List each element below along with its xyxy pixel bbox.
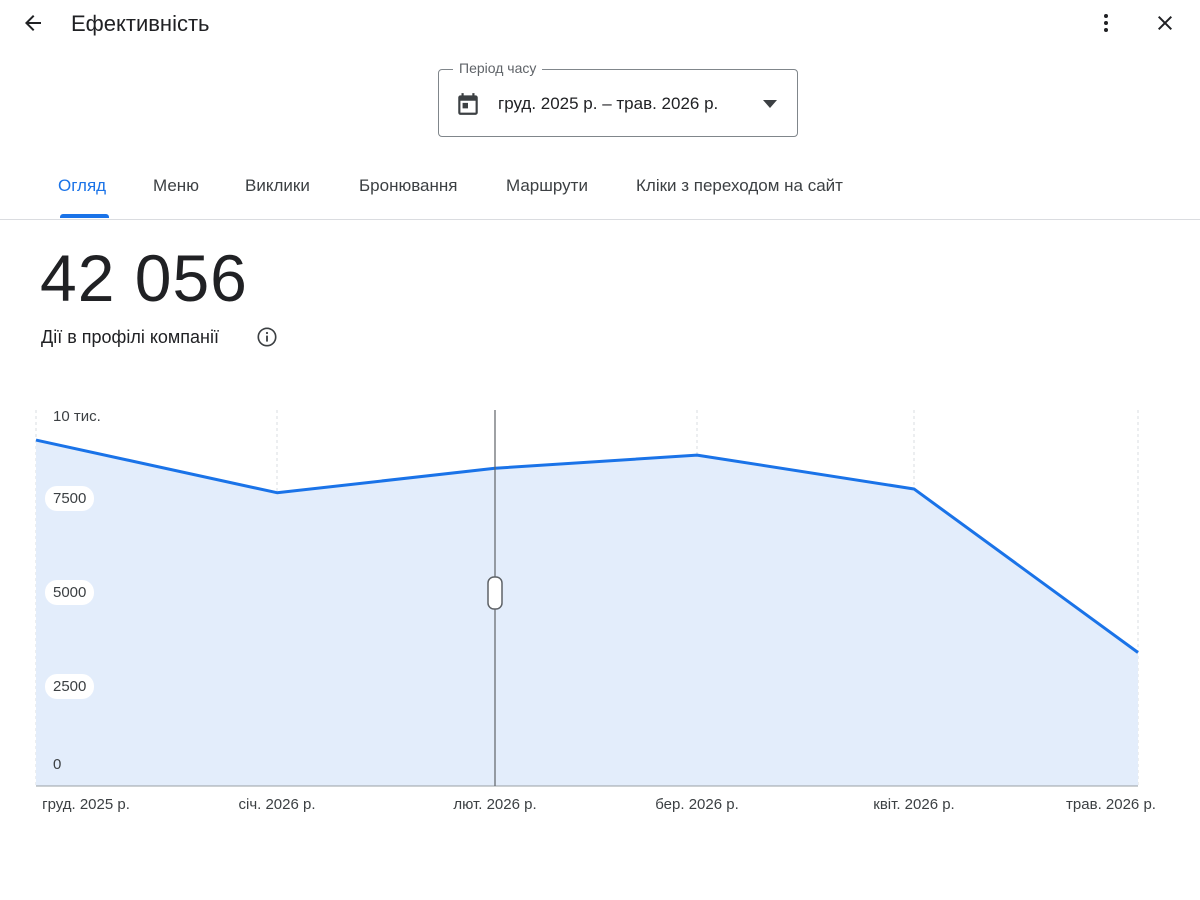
tab-bookings[interactable]: Бронювання (359, 176, 457, 196)
y-tick-label: 5000 (45, 580, 95, 605)
back-button[interactable] (13, 3, 53, 43)
close-button[interactable] (1145, 3, 1185, 43)
x-tick-label: січ. 2026 р. (238, 796, 316, 813)
x-tick-label: трав. 2026 р. (1066, 796, 1156, 813)
x-tick-label: лют. 2026 р. (453, 796, 537, 813)
y-tick-label: 7500 (45, 486, 95, 511)
active-tab-indicator (60, 214, 109, 218)
y-tick-label: 0 (53, 756, 62, 773)
arrow-back-icon (25, 15, 41, 31)
close-icon (1158, 16, 1172, 30)
y-tick-label: 10 тис. (53, 408, 101, 425)
interactions-chart: 10 тис. 7500 5000 2500 0 груд. 2025 р. січ. 20… (0, 390, 1200, 830)
tab-menu[interactable]: Меню (153, 176, 199, 196)
tab-directions[interactable]: Маршрути (506, 176, 588, 196)
time-period-label: Період часу (453, 60, 543, 76)
time-period-value: груд. 2025 р. – трав. 2026 р. (498, 94, 719, 113)
total-interactions-value: 42 056 (40, 241, 248, 315)
tab-overview[interactable]: Огляд (58, 176, 106, 196)
tab-bar: Огляд Меню Виклики Бронювання Маршрути К… (0, 160, 1200, 220)
x-tick-label: квіт. 2026 р. (873, 796, 955, 813)
x-tick-label: груд. 2025 р. (42, 796, 130, 813)
metric-label: Дії в профілі компанії (41, 327, 219, 347)
chart-cursor-handle[interactable] (487, 576, 503, 610)
top-bar: Ефективність (0, 0, 1200, 48)
series-area (36, 440, 1138, 786)
tab-website-clicks[interactable]: Кліки з переходом на сайт (636, 176, 843, 196)
dropdown-arrow-icon (763, 100, 777, 108)
y-tick-label: 2500 (45, 674, 95, 699)
x-tick-label: бер. 2026 р. (655, 796, 739, 813)
calendar-icon (458, 93, 478, 115)
time-period-select[interactable]: Період часу груд. 2025 р. – трав. 2026 р… (438, 60, 798, 137)
info-icon[interactable] (256, 326, 278, 348)
tab-calls[interactable]: Виклики (245, 176, 310, 196)
more-options-button[interactable] (1086, 3, 1126, 43)
page-title: Ефективність (71, 11, 210, 36)
chart-canvas (35, 410, 1139, 787)
more-vert-icon (1104, 14, 1108, 32)
